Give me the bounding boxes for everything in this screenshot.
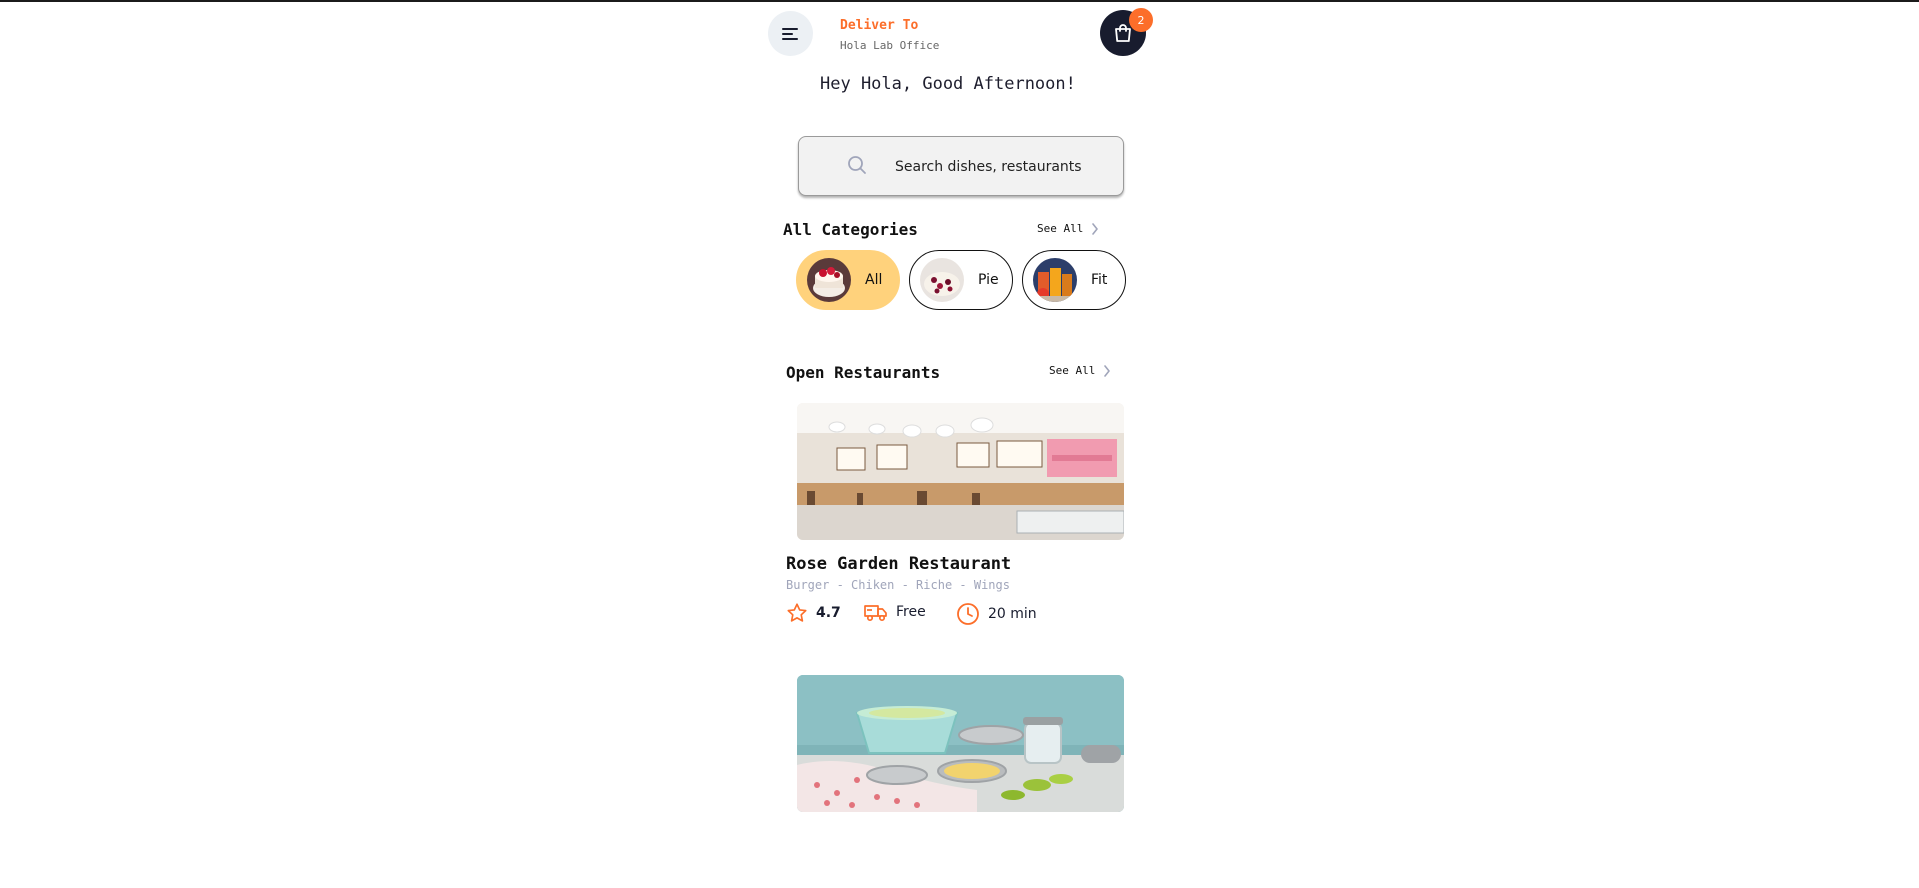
cart-count-badge: 2 <box>1129 8 1153 32</box>
chevron-right-icon <box>1104 364 1111 377</box>
rating-value: 4.7 <box>816 605 841 621</box>
categories-see-all[interactable]: See All <box>1037 222 1099 235</box>
category-label: Pie <box>978 272 999 288</box>
restaurants-see-all[interactable]: See All <box>1049 364 1111 377</box>
category-chip-all[interactable]: All <box>796 250 900 310</box>
category-label: Fit <box>1091 272 1108 288</box>
restaurant-image[interactable] <box>797 675 1124 812</box>
restaurant-name[interactable]: Rose Garden Restaurant <box>786 554 1011 574</box>
restaurants-title: Open Restaurants <box>786 363 941 382</box>
time-value: 20 min <box>988 606 1037 622</box>
category-image-pie <box>920 258 964 302</box>
chevron-right-icon <box>1092 222 1099 235</box>
clock-icon <box>957 603 979 625</box>
category-chip-pie[interactable]: Pie <box>909 250 1013 310</box>
restaurant-delivery: Free <box>864 602 926 622</box>
search-bar[interactable]: Search dishes, restaurants <box>798 136 1124 196</box>
category-image-cake <box>807 258 851 302</box>
restaurant-tags: Burger - Chiken - Riche - Wings <box>786 578 1010 592</box>
categories-title: All Categories <box>783 220 918 239</box>
see-all-label: See All <box>1037 222 1084 235</box>
category-image-drinks <box>1033 258 1077 302</box>
restaurant-time: 20 min <box>956 602 1037 626</box>
greeting-text: Hey Hola, Good Afternoon! <box>820 74 1076 94</box>
restaurant-image[interactable] <box>797 403 1124 540</box>
search-icon <box>848 156 866 174</box>
deliver-to-label: Deliver To <box>840 18 919 33</box>
delivery-address[interactable]: Hola Lab Office <box>840 39 939 52</box>
menu-button[interactable] <box>768 11 813 56</box>
delivery-value: Free <box>896 604 926 620</box>
restaurant-rating: 4.7 <box>786 602 841 624</box>
delivery-truck-icon <box>864 605 887 622</box>
category-label: All <box>865 272 883 288</box>
search-input[interactable]: Search dishes, restaurants <box>895 159 1082 175</box>
category-chip-fit[interactable]: Fit <box>1022 250 1126 310</box>
see-all-label: See All <box>1049 364 1096 377</box>
top-border <box>0 0 1919 2</box>
menu-icon <box>781 27 798 40</box>
star-icon <box>787 603 807 622</box>
